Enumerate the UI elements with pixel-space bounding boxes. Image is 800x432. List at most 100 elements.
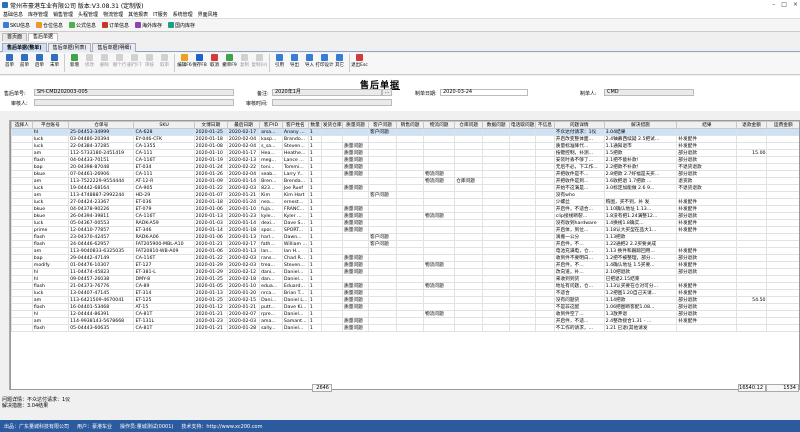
table-row[interactable]: flash 05-04443-60635 CA-81T 2020-01-21 2020-… bbox=[11, 324, 799, 332]
select-cell[interactable] bbox=[11, 247, 33, 255]
detail-grid[interactable]: 选择人 平台账号 仓单号 SKU 文博日期 最后日期 客户ID 客户姓名 数量 发货仓库 质量问题客… bbox=[10, 120, 800, 390]
date-field[interactable]: 2020-03-24 bbox=[440, 89, 528, 96]
column-header[interactable]: 不信息 bbox=[535, 121, 555, 129]
table-row[interactable]: prime 12-04410-77857 ET-346 2020-01-14 2020-… bbox=[11, 226, 799, 234]
toolbar-button[interactable]: 退出Esc bbox=[351, 53, 368, 68]
column-header[interactable]: 数量 bbox=[307, 121, 323, 129]
select-cell[interactable] bbox=[11, 254, 33, 262]
select-cell[interactable] bbox=[11, 142, 33, 150]
tab-main[interactable]: 售后单据 bbox=[28, 33, 59, 41]
table-row[interactable]: hl 25-04453-34999 CA-628 2020-01-25 2020-02-… bbox=[11, 128, 799, 136]
select-cell[interactable] bbox=[11, 303, 33, 311]
select-cell[interactable] bbox=[11, 275, 33, 283]
maximize-icon[interactable]: □ bbox=[781, 1, 787, 8]
column-header[interactable]: 选择人 bbox=[11, 121, 33, 129]
table-row[interactable]: flash 16-04401-53468 AT-15 2020-01-12 2020-0… bbox=[11, 303, 799, 311]
remark-browse-button[interactable]: … bbox=[382, 89, 392, 96]
select-cell[interactable] bbox=[11, 149, 33, 157]
column-header[interactable]: 客户ID bbox=[259, 121, 283, 129]
tab-sub[interactable]: 售后单据(列表) bbox=[47, 43, 92, 52]
select-cell[interactable] bbox=[11, 219, 33, 227]
column-header[interactable]: 质量问题 bbox=[342, 121, 370, 129]
table-row[interactable]: flash 21-04373-76776 CA-89 2020-01-05 2020-0… bbox=[11, 282, 799, 290]
maker-field[interactable]: CMD bbox=[604, 89, 694, 96]
select-cell[interactable] bbox=[11, 170, 33, 178]
menu-item[interactable]: 头程管理 bbox=[78, 11, 98, 18]
select-cell[interactable] bbox=[11, 184, 33, 192]
table-row[interactable]: am 113-7522229-9554444 AT-12-R 2020-01-09 20… bbox=[11, 177, 799, 185]
quick-link[interactable]: 仓位信息 bbox=[35, 22, 63, 29]
quick-link[interactable]: 公式信息 bbox=[69, 22, 96, 29]
select-cell[interactable] bbox=[11, 324, 33, 332]
select-cell[interactable] bbox=[11, 205, 33, 213]
toolbar-button[interactable]: 保存F8 bbox=[192, 53, 207, 68]
menu-item[interactable]: IT服务 bbox=[153, 11, 168, 18]
close-icon[interactable]: × bbox=[793, 1, 798, 8]
select-cell[interactable] bbox=[11, 163, 33, 171]
table-row[interactable]: bkue 26-04394-39811 CA-116T 2020-01-13 2020-… bbox=[11, 212, 799, 220]
status-support[interactable]: 技术支持：http://www.xc200.com bbox=[181, 423, 262, 430]
table-row[interactable]: flash 23-04370-42457 RADK-A06 2020-01-06 202… bbox=[11, 233, 799, 241]
table-row[interactable]: am 114-9938143-5678668 ET-131L 2020-01-23 20… bbox=[11, 317, 799, 325]
menu-item[interactable]: 基础信息 bbox=[3, 11, 23, 18]
toolbar-button[interactable]: 后单 bbox=[32, 53, 47, 68]
column-header[interactable]: 发货仓库 bbox=[321, 121, 344, 129]
toolbar-button[interactable]: 新增 bbox=[67, 53, 82, 68]
column-header[interactable]: 最后日期 bbox=[226, 121, 261, 129]
select-cell[interactable] bbox=[11, 268, 33, 276]
column-header[interactable]: 退款金额 bbox=[736, 121, 767, 129]
table-row[interactable]: hl 12-04444-86391 CA-81T 2020-01-21 2020-02-… bbox=[11, 310, 799, 318]
remark-field[interactable]: 2020年1月 bbox=[272, 89, 382, 96]
table-row[interactable]: modify 01-04476-10307 ET-127 2020-01-29 2020… bbox=[11, 261, 799, 269]
column-header[interactable]: 文博日期 bbox=[193, 121, 228, 129]
auditor-field[interactable] bbox=[34, 99, 234, 106]
select-cell[interactable] bbox=[11, 191, 33, 199]
table-row[interactable]: flash 24-04446-62957 FAT205900-MBL-A10 2020… bbox=[11, 240, 799, 248]
tab-sub[interactable]: 售后单据(明细) bbox=[92, 43, 137, 52]
toolbar-button[interactable]: 打印设计 bbox=[316, 53, 334, 68]
table-row[interactable]: am 112-5733180-2451419 CA-111 2020-01-10 202… bbox=[11, 149, 799, 157]
toolbar-button[interactable]: 末单 bbox=[47, 53, 62, 68]
select-cell[interactable] bbox=[11, 317, 33, 325]
tab-main[interactable]: 首页面 bbox=[2, 33, 28, 41]
audit-time-field[interactable] bbox=[272, 99, 392, 106]
quick-link[interactable]: 海外库存 bbox=[135, 22, 162, 29]
toolbar-button[interactable]: 导出 bbox=[287, 53, 302, 68]
select-cell[interactable] bbox=[11, 310, 33, 318]
column-header[interactable]: 销售问题 bbox=[396, 121, 425, 129]
toolbar-button[interactable]: 首单 bbox=[2, 53, 17, 68]
select-cell[interactable] bbox=[11, 233, 33, 241]
tab-sub[interactable]: 售后单据(整单) bbox=[2, 43, 47, 52]
select-cell[interactable] bbox=[11, 261, 33, 269]
table-row[interactable]: bap 29-04442-47149 CA-116T 2020-01-22 2020-0… bbox=[11, 254, 799, 262]
column-header[interactable]: 平台账号 bbox=[31, 121, 70, 129]
menu-item[interactable]: 库存管理 bbox=[28, 11, 48, 18]
menu-item[interactable]: 物流管理 bbox=[103, 11, 123, 18]
select-cell[interactable] bbox=[11, 135, 33, 143]
menu-item[interactable]: 销售管理 bbox=[53, 11, 73, 18]
select-cell[interactable] bbox=[11, 212, 33, 220]
doc-no-field[interactable]: SH-CMD202003-005 bbox=[34, 89, 234, 96]
column-header[interactable]: 仓单号 bbox=[68, 121, 135, 129]
menu-item[interactable]: 界面风格 bbox=[198, 11, 218, 18]
column-header[interactable]: 客户姓名 bbox=[281, 121, 309, 129]
menu-item[interactable]: 其他报表 bbox=[128, 11, 148, 18]
toolbar-button[interactable]: 前单 bbox=[17, 53, 32, 68]
select-cell[interactable] bbox=[11, 296, 33, 304]
column-header[interactable]: 客户问题 bbox=[368, 121, 398, 129]
table-row[interactable]: bkue 04-04378-90226 ET-079 2020-01-06 2020-0… bbox=[11, 205, 799, 213]
select-cell[interactable] bbox=[11, 226, 33, 234]
column-header[interactable]: 运费金额 bbox=[765, 121, 799, 129]
select-cell[interactable] bbox=[11, 289, 33, 297]
table-row[interactable]: am 113-6421509-4670041 ET-125 2020-01-25 202… bbox=[11, 296, 799, 304]
toolbar-button[interactable]: 取消 bbox=[207, 53, 222, 68]
table-row[interactable]: luck 03-04480-20394 EY-046-CFK 2020-01-18 20… bbox=[11, 135, 799, 143]
table-row[interactable]: bkue 07-04461-26906 CA-111 2020-01-26 2020-0… bbox=[11, 170, 799, 178]
select-cell[interactable] bbox=[11, 240, 33, 248]
column-header[interactable]: 电话取问题 bbox=[509, 121, 537, 129]
select-cell[interactable] bbox=[11, 198, 33, 206]
select-cell[interactable] bbox=[11, 156, 33, 164]
column-header[interactable]: 问题详情 bbox=[553, 121, 605, 129]
table-row[interactable]: am 113-9040833-6325035 FAT20810-WB-A09 2020… bbox=[11, 247, 799, 255]
table-row[interactable]: hl 09-04457-26038 DMY-8 2020-01-25 2020-02-1… bbox=[11, 275, 799, 283]
